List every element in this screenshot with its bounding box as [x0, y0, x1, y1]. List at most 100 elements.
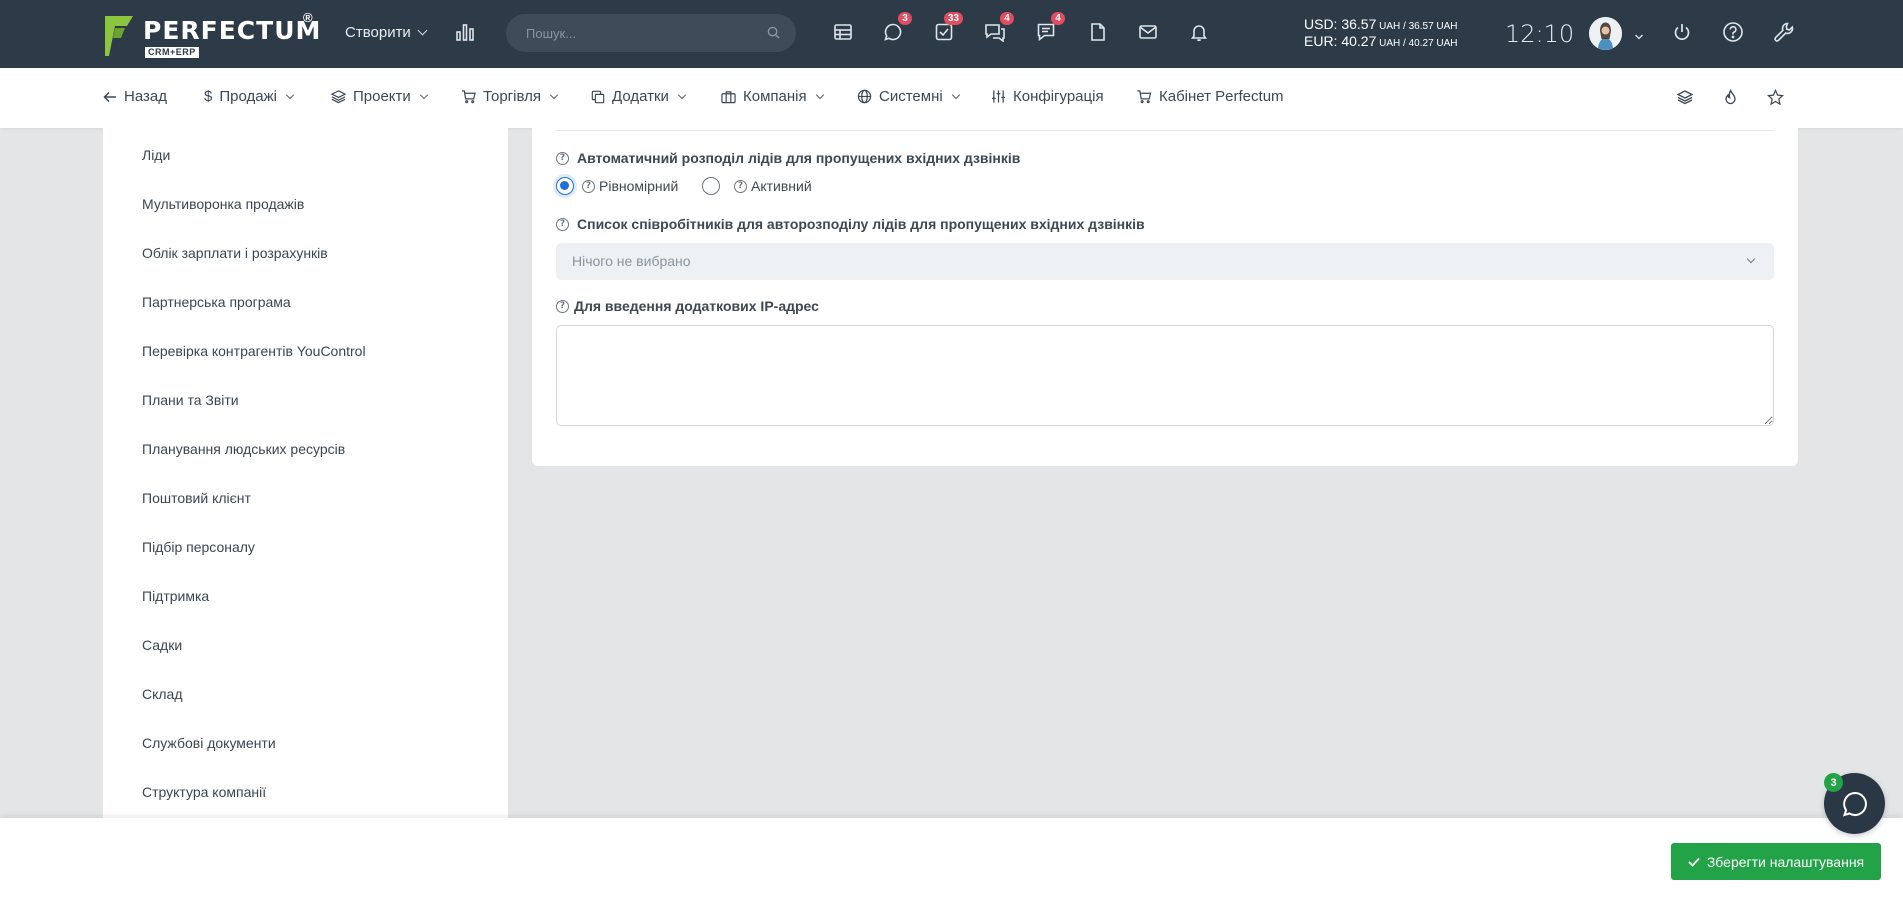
help-circle-icon[interactable]: ?	[582, 179, 595, 193]
comments-badge: 4	[1000, 12, 1014, 25]
radio-even-label: Рівномірний	[599, 178, 679, 194]
sidebar-item-youcontrol[interactable]: Перевірка контрагентів YouControl	[142, 343, 366, 359]
chevron-down-icon	[677, 90, 687, 100]
chevron-down-icon	[285, 90, 295, 100]
nav-back[interactable]: Назад	[103, 88, 167, 105]
nav-config-label: Конфігурація	[1013, 88, 1104, 105]
cart-icon	[461, 90, 476, 104]
sidebar-item-company-structure[interactable]: Структура компанії	[142, 784, 266, 800]
arrow-left-icon	[103, 91, 116, 102]
ip-label: ? Для введення додаткових IP-адрес	[556, 298, 819, 314]
brand-reg-mark: ®	[303, 10, 313, 25]
brand-logo[interactable]: PERFECTUM ® CRM+ERP	[103, 10, 323, 58]
nav-addons-label: Додатки	[612, 88, 669, 105]
sidebar-item-recruitment[interactable]: Підбір персоналу	[142, 539, 255, 555]
nav-config[interactable]: Конфігурація	[991, 88, 1104, 105]
sidebar-item-partner-program[interactable]: Партнерська програма	[142, 294, 291, 310]
radio-even[interactable]: ? Рівномірний	[556, 177, 678, 195]
chat-icon[interactable]: 3	[880, 12, 912, 45]
globe-icon	[857, 89, 872, 104]
sidebar-item-mail-client[interactable]: Поштовий клієнт	[142, 490, 251, 506]
mail-icon[interactable]	[1135, 19, 1161, 45]
nav-cabinet[interactable]: Кабінет Perfectum	[1136, 88, 1284, 105]
staff-select-value: Нічого не вибрано	[572, 253, 691, 269]
brand-name: PERFECTUM	[143, 16, 322, 45]
comments-icon[interactable]: 4	[982, 12, 1014, 45]
settings-card: ? Автоматичний розподіл лідів для пропущ…	[532, 128, 1798, 466]
eur-rate-prefix: EUR: 40.27	[1304, 33, 1377, 49]
bar-chart-icon[interactable]	[452, 19, 478, 45]
help-circle-icon[interactable]: ?	[556, 217, 569, 231]
user-menu-chevron-icon[interactable]	[1634, 28, 1644, 46]
sidebar: Ліди Мультиворонка продажів Облік зарпла…	[103, 128, 508, 818]
create-dropdown[interactable]: Створити	[345, 24, 428, 41]
radio-active-control[interactable]	[702, 177, 720, 195]
help-circle-icon[interactable]: ?	[734, 179, 747, 193]
help-circle-icon[interactable]: ?	[556, 299, 569, 313]
eur-rate-suffix: UAH	[1433, 38, 1458, 49]
help-circle-icon[interactable]: ?	[556, 151, 569, 165]
power-icon[interactable]	[1669, 19, 1695, 45]
nav-sales[interactable]: $ Продажі	[204, 88, 295, 105]
nav-trade[interactable]: Торгівля	[461, 88, 559, 105]
eur-rate-mid: UAH / 40.27	[1376, 38, 1434, 49]
radio-active-label: Активний	[751, 178, 812, 194]
avatar[interactable]	[1589, 17, 1622, 50]
nav-system-label: Системні	[879, 88, 943, 105]
usd-rate-mid: UAH / 36.57	[1376, 21, 1434, 32]
messages-icon[interactable]: 4	[1033, 12, 1065, 45]
sliders-icon	[991, 90, 1006, 103]
sidebar-item-payroll[interactable]: Облік зарплати і розрахунків	[142, 245, 328, 261]
nav-company-label: Компанія	[743, 88, 807, 105]
chevron-down-icon	[549, 90, 559, 100]
sidebar-item-support[interactable]: Підтримка	[142, 588, 209, 604]
flame-icon[interactable]	[1720, 87, 1740, 107]
layers-icon[interactable]	[1675, 87, 1695, 107]
usd-rate-prefix: USD: 36.57	[1304, 16, 1377, 32]
logo-mark-icon	[105, 16, 133, 56]
chevron-down-icon	[417, 25, 428, 36]
sidebar-item-multifunnel[interactable]: Мультиворонка продажів	[142, 196, 304, 212]
tasks-icon[interactable]: 33	[931, 12, 963, 45]
sidebar-item-hr-planning[interactable]: Планування людських ресурсів	[142, 441, 345, 457]
cart-icon	[1137, 90, 1152, 104]
radio-even-control[interactable]	[556, 177, 574, 195]
help-icon[interactable]	[1720, 19, 1746, 45]
search-box	[506, 14, 796, 52]
chevron-down-icon	[1746, 254, 1756, 264]
sidebar-item-leads[interactable]: Ліди	[142, 147, 170, 163]
nav-projects[interactable]: Проекти	[331, 88, 429, 105]
sidebar-item-warehouse[interactable]: Склад	[142, 686, 183, 702]
sidebar-item-service-docs[interactable]: Службові документи	[142, 735, 276, 751]
nav-addons[interactable]: Додатки	[591, 88, 687, 105]
nav-company[interactable]: Компанія	[721, 88, 824, 105]
nav-system[interactable]: Системні	[857, 88, 960, 105]
staff-list-label: ? Список співробітників для авторозподіл…	[556, 216, 1145, 232]
ip-addresses-textarea[interactable]	[556, 325, 1774, 426]
currency-rates: USD: 36.57 UAH / 36.57 UAH EUR: 40.27 UA…	[1304, 17, 1458, 51]
radio-active[interactable]: ? Активний	[702, 177, 812, 195]
chat-badge: 3	[898, 12, 912, 25]
search-icon[interactable]	[767, 26, 780, 39]
nav-trade-label: Торгівля	[483, 88, 541, 105]
layers-icon	[331, 90, 346, 104]
staff-select[interactable]: Нічого не вибрано	[556, 243, 1774, 280]
calendar-icon[interactable]	[830, 19, 856, 45]
clock: 12:10	[1505, 20, 1575, 48]
document-icon[interactable]	[1085, 19, 1111, 45]
nav-back-label: Назад	[124, 88, 167, 105]
top-header: PERFECTUM ® CRM+ERP Створити 3 33 4 4	[0, 0, 1903, 68]
star-icon[interactable]	[1765, 87, 1785, 107]
sidebar-item-plans-reports[interactable]: Плани та Звіти	[142, 392, 239, 408]
wrench-icon[interactable]	[1771, 19, 1797, 45]
search-input[interactable]	[526, 23, 756, 43]
chevron-down-icon	[815, 90, 824, 100]
sidebar-item-kindergartens[interactable]: Садки	[142, 637, 182, 653]
nav-projects-label: Проекти	[353, 88, 411, 105]
messages-badge: 4	[1051, 12, 1065, 25]
bell-icon[interactable]	[1186, 19, 1212, 45]
user-avatar-icon	[1589, 17, 1622, 50]
brand-sub: CRM+ERP	[145, 47, 199, 58]
chat-bubble-icon	[1842, 791, 1867, 817]
save-settings-button[interactable]: Зберегти налаштування	[1671, 843, 1881, 880]
